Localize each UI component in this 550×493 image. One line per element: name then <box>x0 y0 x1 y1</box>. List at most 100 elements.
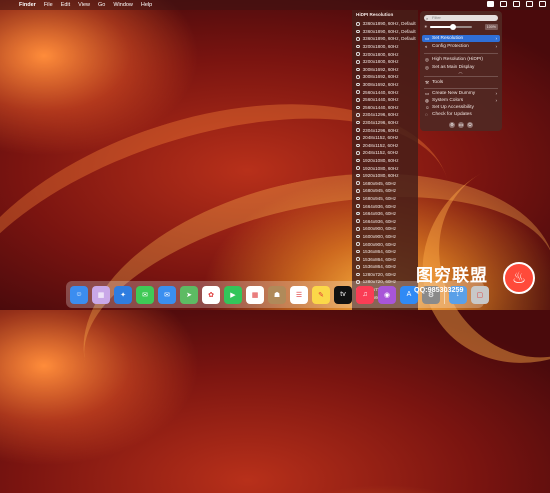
menu-item-label: High Resolution (HiDPI) <box>432 57 483 62</box>
resolution-option[interactable]: 1680x945, 60Hz <box>352 179 418 187</box>
resolution-option[interactable]: 2304x1296, 60Hz <box>352 126 418 134</box>
menu-finder[interactable]: Finder <box>19 2 36 8</box>
resolution-label: 1920x1080, 60Hz <box>362 165 399 171</box>
calendar-icon[interactable]: ▦ <box>246 285 264 304</box>
launchpad-icon[interactable]: ▦ <box>92 285 110 304</box>
resolution-label: 1536x864, 60Hz <box>362 264 397 270</box>
accessibility-icon: ☺ <box>425 105 430 110</box>
photos-icon[interactable]: ✿ <box>202 285 220 304</box>
resolution-option[interactable]: 2048x1152, 60Hz <box>352 142 418 150</box>
resolution-option[interactable]: 1920x1080, 60Hz <box>352 157 418 165</box>
resolution-option[interactable]: 3360x1890, 60Hz, Default <box>352 35 418 43</box>
resolution-label: 2304x1296, 60Hz <box>362 112 399 118</box>
contacts-icon[interactable]: ☗ <box>268 285 286 304</box>
messages-icon[interactable]: ✉ <box>136 285 154 304</box>
menu-window[interactable]: Window <box>113 2 133 8</box>
radio-icon <box>356 97 360 102</box>
podcasts-icon[interactable]: ◉ <box>378 285 396 304</box>
set-main-display-item[interactable]: ◎ Set as Main Display <box>422 64 500 71</box>
resolution-option[interactable]: 3360x1890, 60Hz, Default <box>352 28 418 36</box>
music-icon[interactable]: ♫ <box>356 285 374 304</box>
system-colors-item[interactable]: ◍ System Colors › <box>422 97 500 104</box>
resolution-option[interactable]: 2304x1296, 60Hz <box>352 111 418 119</box>
brightness-slider[interactable]: ☀ 100% <box>424 24 498 30</box>
radio-icon <box>356 37 360 41</box>
status-icon[interactable] <box>526 1 533 7</box>
menu-item-label: Check for Updates <box>432 112 472 117</box>
resolution-label: 2048x1152, 60Hz <box>362 135 399 141</box>
status-icon[interactable] <box>500 1 507 7</box>
mail-icon[interactable]: ✉ <box>158 285 176 304</box>
resolution-label: 2560x1440, 60Hz <box>362 89 399 95</box>
resolution-option[interactable]: 2048x1152, 60Hz <box>352 134 418 142</box>
chevron-right-icon: › <box>495 44 497 49</box>
gear-icon[interactable]: ⚙ <box>449 122 455 128</box>
resolution-option[interactable]: 1920x1080, 60Hz <box>352 172 418 180</box>
create-new-dummy-item[interactable]: ▭ Create New Dummy › <box>422 90 500 97</box>
radio-icon <box>356 151 360 155</box>
radio-icon <box>356 257 360 261</box>
chevron-right-icon: › <box>495 36 497 41</box>
resolution-label: 1536x864, 60Hz <box>362 249 397 255</box>
notes-icon[interactable]: ✎ <box>312 285 330 304</box>
radio-icon <box>356 265 360 269</box>
resolution-option[interactable]: 3008x1692, 60Hz <box>352 73 418 81</box>
resolution-option[interactable]: 2560x1440, 60Hz <box>352 104 418 112</box>
more-icon[interactable]: ••• <box>458 122 464 128</box>
menu-go[interactable]: Go <box>98 2 105 8</box>
maps-icon[interactable]: ➤ <box>180 285 198 304</box>
display-app-icon[interactable] <box>487 1 494 7</box>
slider-knob[interactable] <box>450 24 457 30</box>
resolution-option[interactable]: 2048x1152, 60Hz <box>352 149 418 157</box>
radio-icon <box>356 143 360 148</box>
resolution-option[interactable]: 1536x864, 60Hz <box>352 248 418 256</box>
menu-help[interactable]: Help <box>141 2 152 8</box>
resolution-option[interactable]: 3200x1800, 60Hz <box>352 50 418 58</box>
search-field[interactable]: ⌕ Filter <box>424 15 498 21</box>
resolution-option[interactable]: 1680x945, 60Hz <box>352 195 418 203</box>
menu-item-label: Set Up Accessibility <box>432 105 474 110</box>
resolution-option[interactable]: 3200x1800, 60Hz <box>352 58 418 66</box>
safari-icon[interactable]: ✦ <box>114 285 132 304</box>
submenu-header: HiDPI Resolution <box>356 12 394 17</box>
check-updates-item[interactable]: ◌ Check for Updates <box>422 111 500 118</box>
resolution-option[interactable]: 1920x1080, 60Hz <box>352 164 418 172</box>
menu-file[interactable]: File <box>44 2 53 8</box>
resolution-option[interactable]: 1600x900, 60Hz <box>352 240 418 248</box>
resolution-option[interactable]: 2304x1296, 60Hz <box>352 119 418 127</box>
tools-item[interactable]: ⚒ Tools <box>422 79 500 86</box>
resolution-option[interactable]: 1664x936, 60Hz <box>352 217 418 225</box>
power-icon[interactable]: ⏻ <box>467 122 473 128</box>
resolution-option[interactable]: 3008x1692, 60Hz <box>352 66 418 74</box>
control-center-icon[interactable] <box>539 1 546 7</box>
resolution-option[interactable]: 1600x900, 60Hz <box>352 225 418 233</box>
resolution-option[interactable]: 2560x1440, 60Hz <box>352 88 418 96</box>
radio-icon <box>356 234 360 239</box>
set-resolution-item[interactable]: ▭ Set Resolution › <box>422 35 500 42</box>
resolution-option[interactable]: 1680x945, 60Hz <box>352 187 418 195</box>
finder-icon[interactable]: ☺ <box>70 285 88 304</box>
tv-icon[interactable]: tv <box>334 285 352 304</box>
facetime-icon[interactable]: ▶ <box>224 285 242 304</box>
resolution-label: 3360x1890, 60Hz, Default <box>362 28 416 34</box>
separator <box>424 88 498 89</box>
resolution-option[interactable]: 2560x1440, 60Hz <box>352 96 418 104</box>
radio-icon <box>356 59 360 64</box>
high-resolution-item[interactable]: ◎ High Resolution (HiDPI) <box>422 56 500 63</box>
status-icon[interactable] <box>513 1 520 7</box>
resolution-option[interactable]: 3008x1692, 60Hz <box>352 81 418 89</box>
resolution-label: 1680x945, 60Hz <box>362 180 397 186</box>
resolution-option[interactable]: 3360x1890, 60Hz, Default <box>352 20 418 28</box>
resolution-option[interactable]: 1600x900, 60Hz <box>352 233 418 241</box>
resolution-option[interactable]: 1664x936, 60Hz <box>352 202 418 210</box>
resolution-option[interactable]: 1664x936, 60Hz <box>352 210 418 218</box>
radio-icon <box>356 29 360 34</box>
menu-view[interactable]: View <box>78 2 90 8</box>
radio-icon <box>356 113 360 117</box>
reminders-icon[interactable]: ☰ <box>290 285 308 304</box>
accessibility-item[interactable]: ☺ Set Up Accessibility <box>422 104 500 111</box>
config-protection-item[interactable]: ◐ Config Protection › <box>422 43 500 50</box>
resolution-option[interactable]: 3200x1800, 60Hz <box>352 43 418 51</box>
menu-edit[interactable]: Edit <box>61 2 70 8</box>
resolution-label: 1600x900, 60Hz <box>362 226 397 232</box>
